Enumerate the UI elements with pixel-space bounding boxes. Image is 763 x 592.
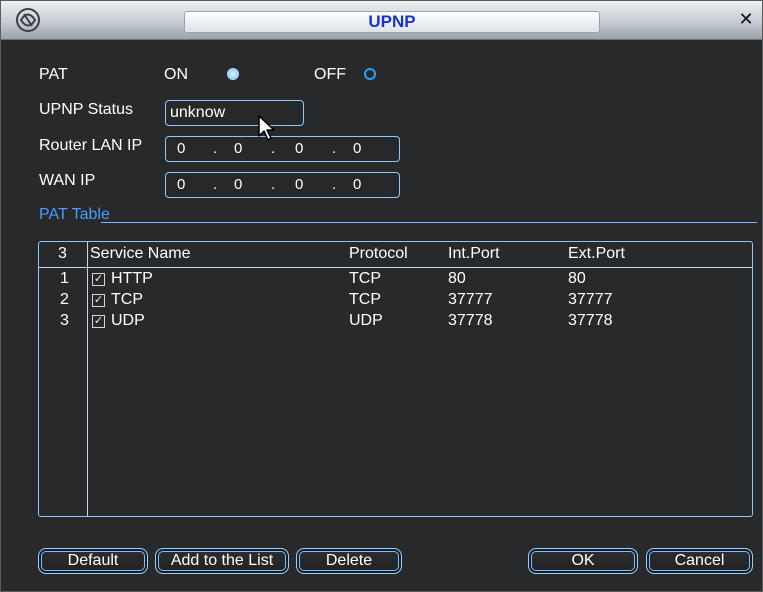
ip-separator: . [271, 176, 276, 193]
router-lan-ip-label: Router LAN IP [39, 137, 143, 154]
mouse-cursor-icon [258, 115, 275, 141]
pat-on-label: ON [164, 66, 188, 83]
ip-octet[interactable]: 0 [177, 176, 185, 193]
row-checkbox[interactable]: ✓ [92, 273, 105, 286]
ip-separator: . [213, 140, 218, 157]
ip-separator: . [332, 176, 337, 193]
row-ext-port: 37777 [568, 291, 613, 308]
ip-octet[interactable]: 0 [353, 176, 361, 193]
upnp-status-field: unknow [165, 100, 304, 126]
pat-off-radio[interactable] [364, 68, 376, 80]
col-service-name: Service Name [90, 245, 191, 262]
cancel-button[interactable]: Cancel [646, 548, 753, 574]
row-service: UDP [111, 312, 145, 329]
router-lan-ip-field[interactable]: 0 . 0 . 0 . 0 [165, 136, 400, 162]
window-title-text: UPNP [368, 12, 416, 31]
ip-octet[interactable]: 0 [234, 176, 242, 193]
app-logo-icon [16, 8, 40, 32]
row-index: 2 [60, 291, 69, 308]
row-checkbox[interactable]: ✓ [92, 315, 105, 328]
upnp-dialog: UPNP ✕ PAT ON OFF UPNP Status unknow Rou… [0, 0, 763, 592]
row-protocol: UDP [349, 312, 383, 329]
ip-octet[interactable]: 0 [177, 140, 185, 157]
ip-octet[interactable]: 0 [353, 140, 361, 157]
pat-off-label: OFF [314, 66, 346, 83]
title-bar: UPNP ✕ [1, 1, 762, 40]
row-int-port: 80 [448, 270, 466, 287]
row-ext-port: 80 [568, 270, 586, 287]
table-row[interactable]: 1 ✓ HTTP TCP 80 80 [39, 269, 752, 289]
col-ext-port: Ext.Port [568, 245, 625, 262]
delete-button[interactable]: Delete [296, 548, 402, 574]
upnp-status-label: UPNP Status [39, 101, 133, 118]
row-index: 3 [60, 312, 69, 329]
pat-on-radio[interactable] [227, 68, 239, 80]
pat-table: 3 Service Name Protocol Int.Port Ext.Por… [38, 241, 753, 517]
ip-separator: . [332, 140, 337, 157]
ip-octet[interactable]: 0 [295, 176, 303, 193]
table-row[interactable]: 2 ✓ TCP TCP 37777 37777 [39, 290, 752, 310]
row-protocol: TCP [349, 291, 381, 308]
table-row[interactable]: 3 ✓ UDP UDP 37778 37778 [39, 311, 752, 331]
upnp-status-value: unknow [170, 104, 226, 121]
header-divider [39, 267, 752, 268]
default-button[interactable]: Default [38, 548, 148, 574]
window-title: UPNP [184, 11, 600, 33]
pat-table-label: PAT Table [39, 206, 110, 223]
close-icon: ✕ [738, 8, 754, 29]
row-checkbox[interactable]: ✓ [92, 294, 105, 307]
col-int-port: Int.Port [448, 245, 500, 262]
row-ext-port: 37778 [568, 312, 613, 329]
pat-label: PAT [39, 66, 68, 83]
ok-button[interactable]: OK [528, 548, 638, 574]
row-service: HTTP [111, 270, 153, 287]
row-protocol: TCP [349, 270, 381, 287]
wan-ip-label: WAN IP [39, 172, 96, 189]
col-protocol: Protocol [349, 245, 408, 262]
add-to-list-button[interactable]: Add to the List [155, 548, 289, 574]
close-button[interactable]: ✕ [736, 7, 756, 31]
ip-separator: . [271, 140, 276, 157]
wan-ip-field[interactable]: 0 . 0 . 0 . 0 [165, 172, 400, 198]
ip-octet[interactable]: 0 [234, 140, 242, 157]
ip-separator: . [213, 176, 218, 193]
row-int-port: 37778 [448, 312, 493, 329]
row-count: 3 [58, 245, 67, 262]
section-divider [101, 222, 757, 223]
row-service: TCP [111, 291, 143, 308]
ip-octet[interactable]: 0 [295, 140, 303, 157]
row-index: 1 [60, 270, 69, 287]
row-int-port: 37777 [448, 291, 493, 308]
